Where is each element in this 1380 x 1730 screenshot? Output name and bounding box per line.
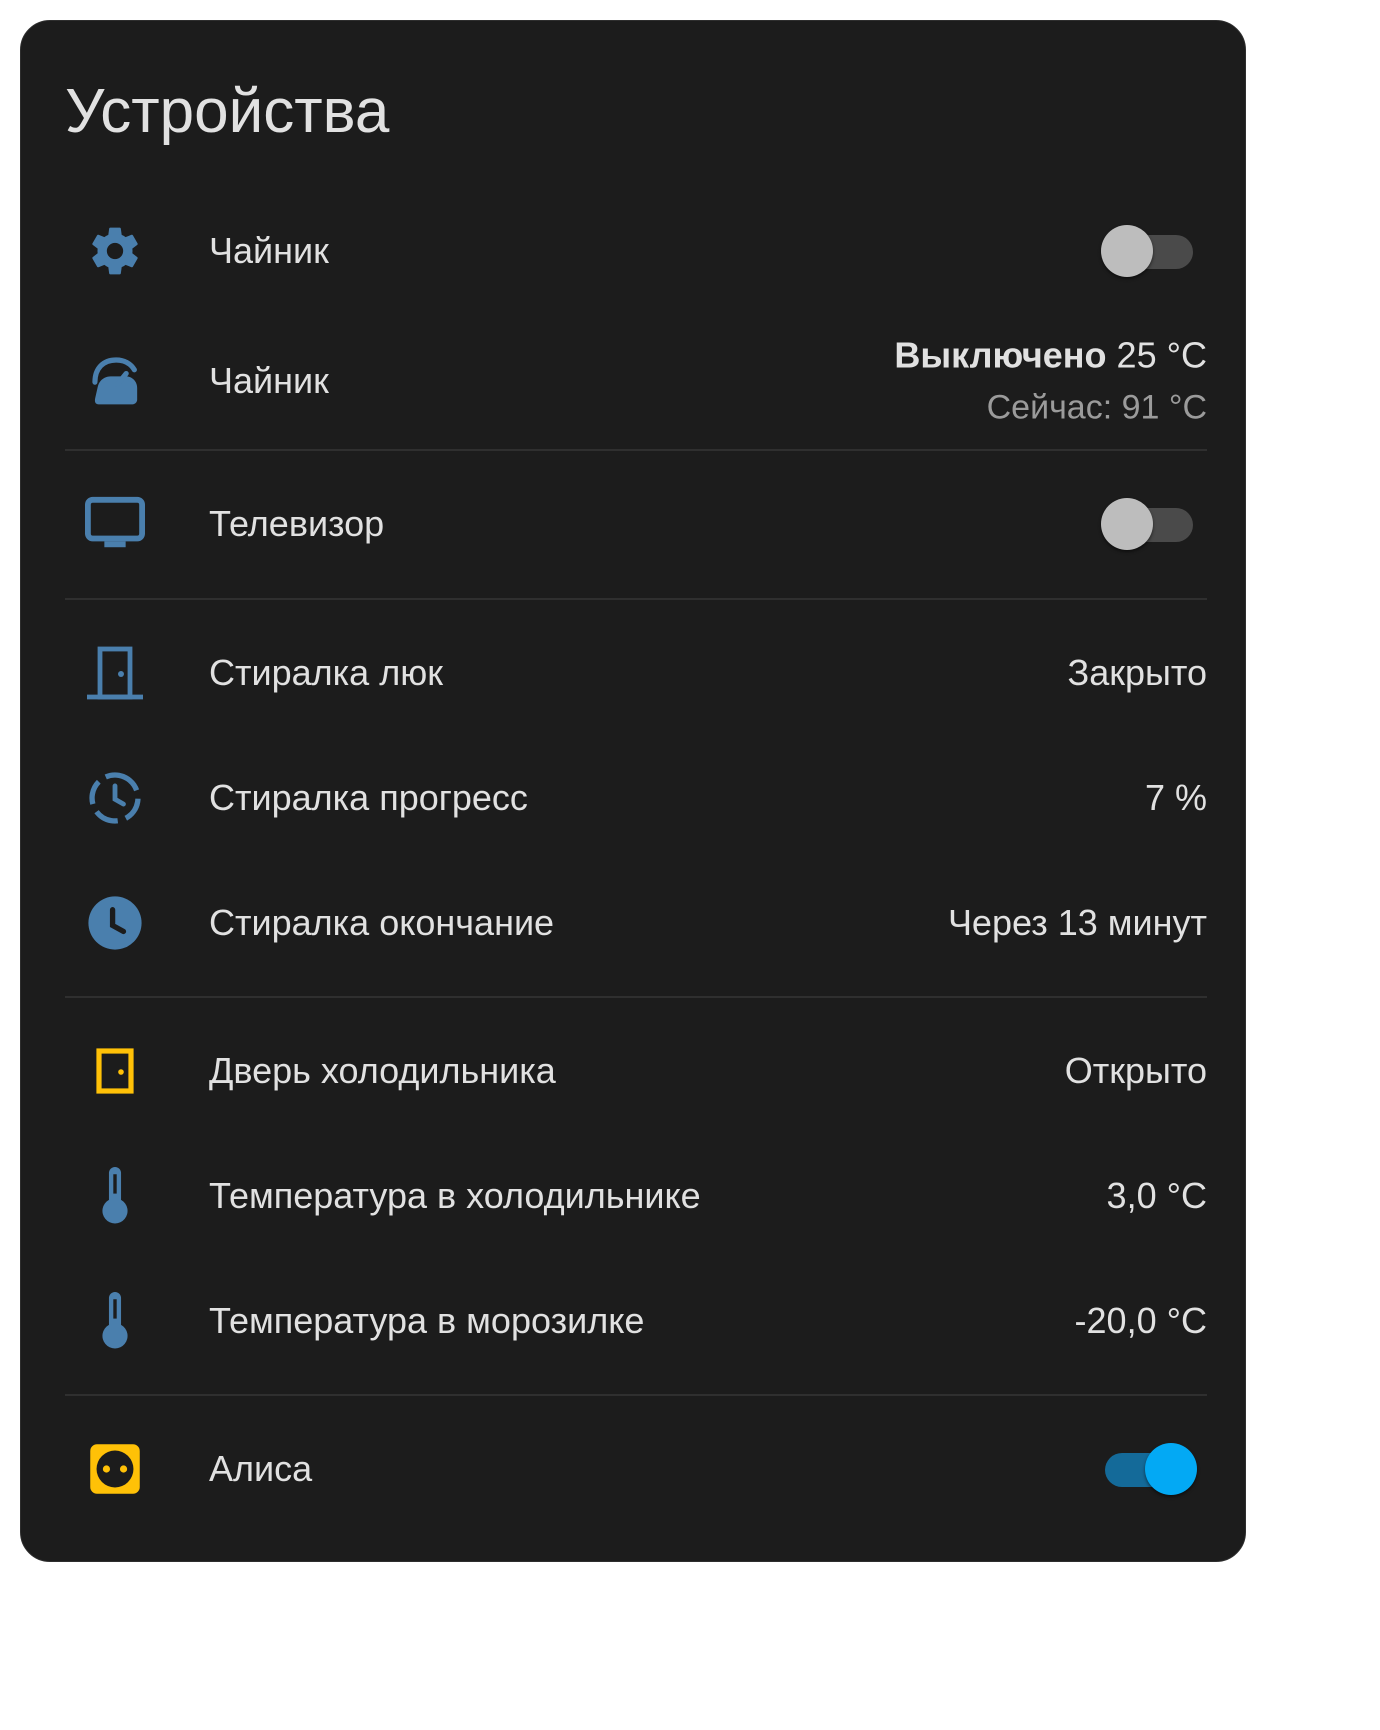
divider (65, 1394, 1207, 1396)
climate-current: Сейчас: 91 °C (986, 388, 1207, 427)
entity-state: Закрыто (1067, 652, 1207, 693)
alisa-toggle[interactable] (1101, 1441, 1197, 1497)
entity-row-alisa[interactable]: Алиса (65, 1419, 1207, 1519)
gear-icon[interactable] (85, 221, 145, 281)
entity-row-kettle-switch[interactable]: Чайник (65, 201, 1207, 301)
thermometer-icon[interactable] (85, 1291, 145, 1351)
toggle-thumb (1101, 498, 1153, 550)
entity-name[interactable]: Чайник (209, 230, 329, 272)
climate-target-temp: 25 °C (1116, 334, 1207, 376)
entity-row-fridge-temp[interactable]: Температура в холодильнике 3,0 °C (65, 1146, 1207, 1246)
entity-name[interactable]: Стиралка люк (209, 652, 443, 694)
thermometer-icon[interactable] (85, 1166, 145, 1226)
toggle-thumb (1101, 225, 1153, 277)
entity-name[interactable]: Чайник (209, 360, 329, 402)
entity-name[interactable]: Стиралка прогресс (209, 777, 528, 819)
entity-row-kettle-climate[interactable]: Чайник Выключено 25 °C Сейчас: 91 °C (65, 326, 1207, 436)
toggle-thumb (1145, 1443, 1197, 1495)
progress-clock-icon[interactable] (85, 768, 145, 828)
entity-name[interactable]: Стиралка окончание (209, 902, 554, 944)
devices-card: Устройства Чайник Чайник Выключено 25 °C… (20, 20, 1246, 1562)
entity-row-freezer-temp[interactable]: Температура в морозилке -20,0 °C (65, 1271, 1207, 1371)
power-socket-icon[interactable] (85, 1439, 145, 1499)
entity-state: -20,0 °C (1074, 1300, 1207, 1341)
entity-row-washer-door[interactable]: Стиралка люк Закрыто (65, 623, 1207, 723)
entity-name[interactable]: Дверь холодильника (209, 1050, 556, 1092)
entity-name[interactable]: Температура в холодильнике (209, 1175, 701, 1217)
divider (65, 996, 1207, 998)
climate-state: Выключено 25 °C Сейчас: 91 °C (894, 335, 1207, 428)
entity-name[interactable]: Алиса (209, 1448, 312, 1490)
entity-state: 7 % (1144, 777, 1207, 818)
entity-row-tv[interactable]: Телевизор (65, 474, 1207, 574)
entity-state: Через 13 минут (947, 902, 1207, 943)
kettle-toggle[interactable] (1101, 223, 1197, 279)
door-open-icon[interactable] (85, 1041, 145, 1101)
entity-state: Открыто (1064, 1050, 1207, 1091)
door-closed-icon[interactable] (85, 643, 145, 703)
entity-row-washer-progress[interactable]: Стиралка прогресс 7 % (65, 748, 1207, 848)
entity-row-washer-end[interactable]: Стиралка окончание Через 13 минут (65, 873, 1207, 973)
entity-name[interactable]: Температура в морозилке (209, 1300, 644, 1342)
divider (65, 449, 1207, 451)
entity-row-fridge-door[interactable]: Дверь холодильника Открыто (65, 1021, 1207, 1121)
clock-icon[interactable] (85, 893, 145, 953)
entity-state: 3,0 °C (1106, 1175, 1207, 1216)
tv-toggle[interactable] (1101, 496, 1197, 552)
climate-mode: Выключено (894, 334, 1107, 376)
climate-target: Выключено 25 °C (894, 335, 1207, 377)
entity-name[interactable]: Телевизор (209, 503, 384, 545)
divider (65, 598, 1207, 600)
kettle-icon[interactable] (85, 351, 145, 411)
card-title: Устройства (65, 77, 390, 146)
television-icon[interactable] (85, 494, 145, 554)
